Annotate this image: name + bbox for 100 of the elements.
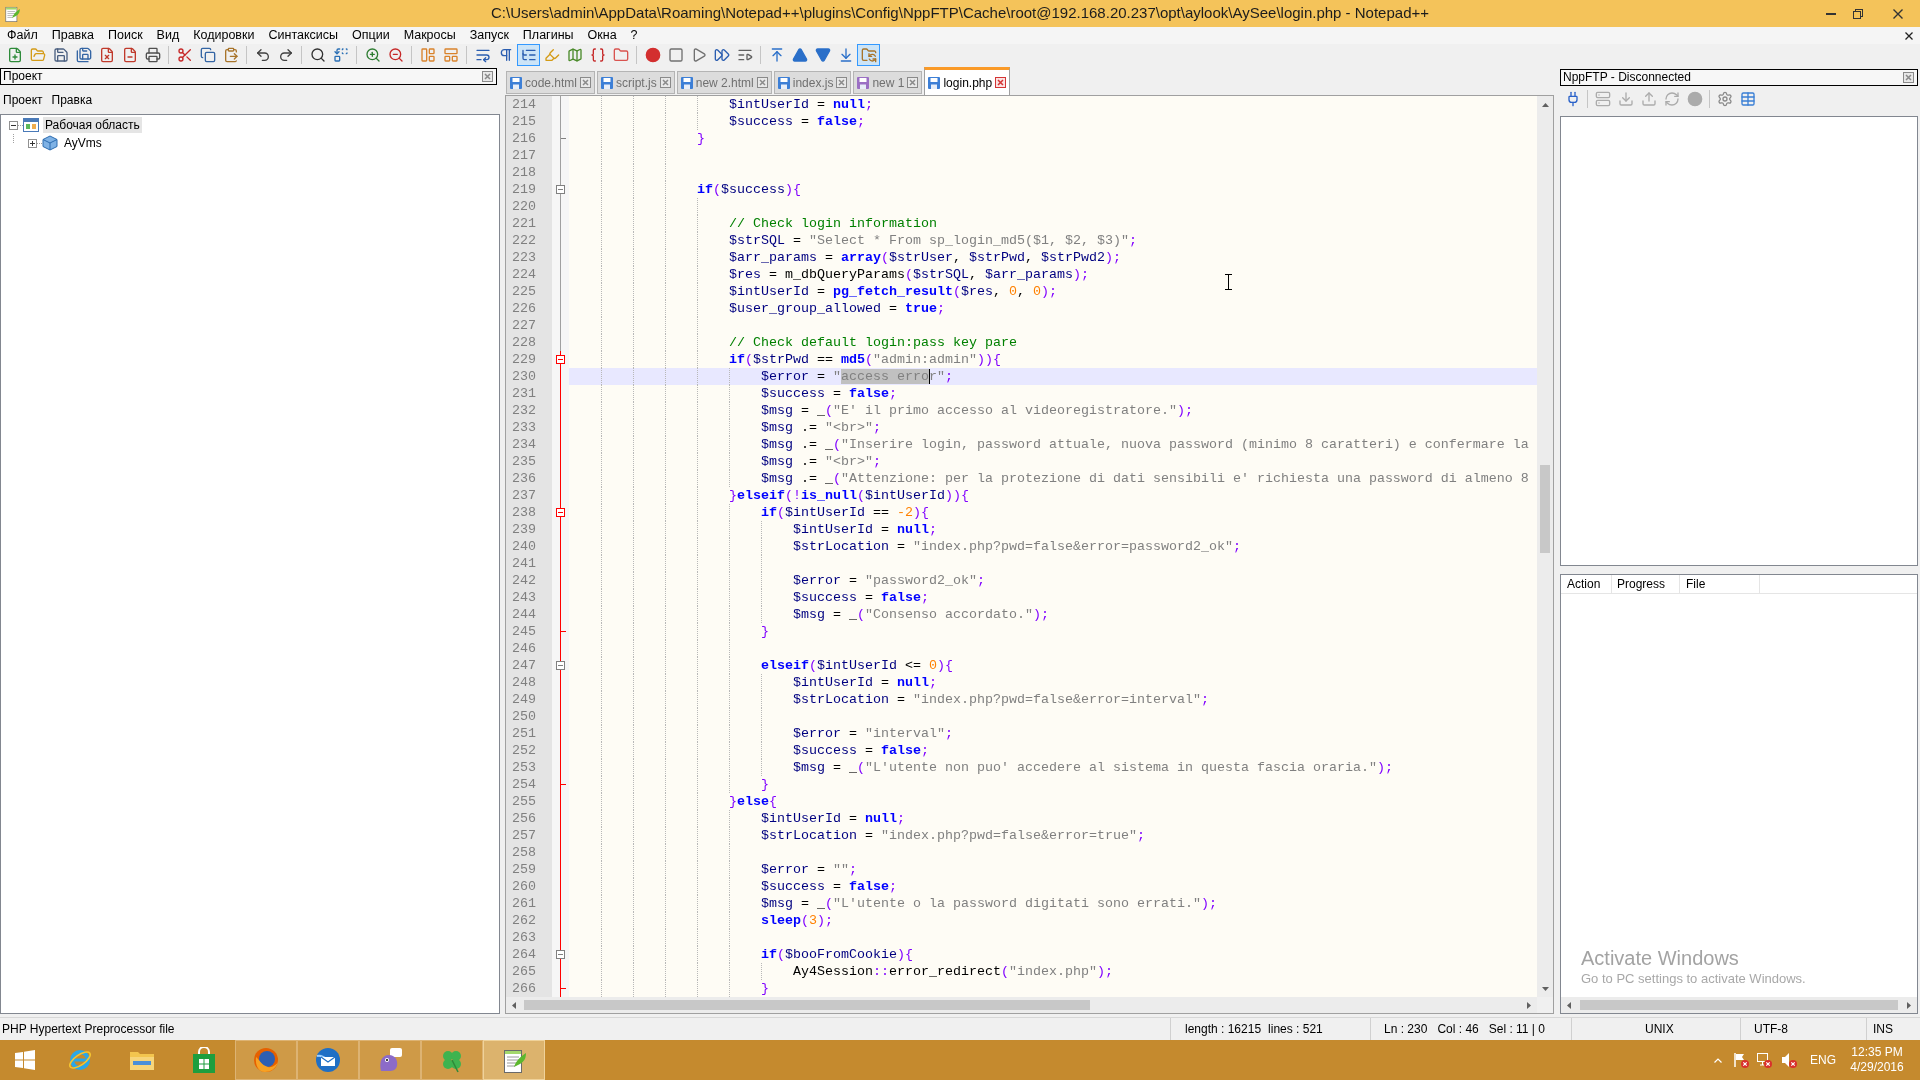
- menu-item[interactable]: Макросы: [396, 27, 463, 44]
- triangle-down-icon[interactable]: [1541, 986, 1549, 991]
- triangle-right-icon[interactable]: [1527, 1001, 1531, 1009]
- line-number: 235: [512, 453, 536, 470]
- column-header[interactable]: Progress: [1612, 575, 1680, 593]
- code-line: if($strPwd == md5("admin:admin")){: [729, 352, 1001, 367]
- fox-globe-icon: [253, 1047, 279, 1073]
- tab[interactable]: index.js: [773, 71, 852, 94]
- code-comment: // Check default login:pass key pare: [729, 335, 1017, 350]
- horizontal-scrollbar[interactable]: [506, 997, 1553, 1013]
- line-number: 248: [512, 674, 536, 691]
- tab[interactable]: script.js: [597, 71, 675, 94]
- network-x-icon[interactable]: [1756, 1052, 1772, 1068]
- code-line: if($booFromCookie){: [761, 947, 913, 962]
- panel-title: Проект: [3, 69, 43, 84]
- tree-line: [18, 124, 23, 126]
- line-number: 218: [512, 164, 536, 181]
- menu-item[interactable]: Опции: [345, 27, 397, 44]
- menu-item[interactable]: Вид: [149, 27, 187, 44]
- menu-item[interactable]: Кодировки: [186, 27, 262, 44]
- code-line: if($success){: [697, 182, 801, 197]
- line-number: 266: [512, 980, 536, 997]
- vertical-scrollbar[interactable]: [1537, 96, 1553, 997]
- taskbar-button[interactable]: [483, 1040, 545, 1080]
- code-line: $success = false;: [761, 386, 897, 401]
- taskbar-button[interactable]: [297, 1040, 359, 1080]
- chevron-up-icon[interactable]: [1714, 1057, 1722, 1063]
- line-number: 215: [512, 113, 536, 130]
- code-line: }elseif(!is_null($intUserId)){: [729, 488, 969, 503]
- braces-icon: [589, 47, 606, 63]
- menu-item[interactable]: Запуск: [462, 27, 516, 44]
- flag-x-icon[interactable]: [1733, 1052, 1749, 1068]
- column-header[interactable]: File: [1680, 575, 1760, 593]
- triangle-up-icon[interactable]: [1541, 102, 1549, 107]
- folder-icon: [612, 47, 629, 63]
- restore-icon[interactable]: [1853, 8, 1863, 19]
- line-number: 232: [512, 402, 536, 419]
- status-file-type: PHP Hypertext Preprocessor file: [2, 1022, 175, 1036]
- code-line: $intUserId = null;: [793, 675, 937, 690]
- ring-orbit-icon: [67, 1047, 93, 1073]
- status-column: Col : 46: [1437, 1020, 1479, 1038]
- close-icon[interactable]: [1893, 8, 1903, 19]
- line-number: 264: [512, 946, 536, 963]
- file-x-icon: [98, 47, 115, 63]
- menu-item[interactable]: Окна: [580, 27, 624, 44]
- code-line: sleep(3);: [761, 913, 833, 928]
- menu-item[interactable]: Файл: [0, 27, 45, 44]
- toolbar-button[interactable]: [517, 44, 540, 66]
- tab[interactable]: new 2.html: [676, 71, 772, 94]
- line-number: 245: [512, 623, 536, 640]
- menu-item[interactable]: Проект: [3, 91, 43, 109]
- menu-item[interactable]: Правка: [44, 27, 101, 44]
- minus-box-icon[interactable]: [9, 120, 18, 130]
- list-play-icon: [736, 47, 753, 63]
- line-number: 236: [512, 470, 536, 487]
- table-icon: [1739, 91, 1756, 107]
- triangle-right-icon[interactable]: [1907, 1001, 1911, 1009]
- grid-window-icon: [23, 117, 39, 133]
- menu-item[interactable]: Плагины: [515, 27, 581, 44]
- menu-item[interactable]: Правка: [51, 91, 93, 109]
- menu-item[interactable]: Поиск: [100, 27, 150, 44]
- plus-box-icon[interactable]: [28, 138, 37, 148]
- menu-item[interactable]: ?: [623, 27, 645, 44]
- column-header[interactable]: Action: [1561, 575, 1612, 593]
- triangle-left-icon[interactable]: [512, 1001, 516, 1009]
- line-number: 259: [512, 861, 536, 878]
- tree-item[interactable]: AyVms: [62, 135, 104, 151]
- line-number: 240: [512, 538, 536, 555]
- upload-icon: [1640, 91, 1657, 107]
- copy-icon: [199, 47, 216, 63]
- close-icon[interactable]: [1905, 31, 1913, 40]
- line-number: 216: [512, 130, 536, 147]
- minimize-icon[interactable]: [1826, 12, 1836, 15]
- line-number: 265: [512, 963, 536, 980]
- tree-item[interactable]: Рабочая область: [43, 117, 142, 133]
- undo-icon: [254, 47, 271, 63]
- fast-forward-icon: [713, 47, 730, 63]
- scrollbar-thumb[interactable]: [1540, 465, 1550, 553]
- taskbar-button[interactable]: [359, 1040, 421, 1080]
- tab[interactable]: login.php: [924, 67, 1011, 95]
- horizontal-scrollbar[interactable]: [1561, 997, 1917, 1013]
- code-line: }: [697, 131, 705, 146]
- stop-circle-icon: [1686, 91, 1703, 107]
- tree-line: [13, 134, 14, 143]
- server-icon: [1594, 91, 1611, 107]
- code-line: if($intUserId == -2){: [761, 505, 929, 520]
- triangle-down-icon: [814, 47, 831, 63]
- menu-item[interactable]: Синтаксисы: [261, 27, 345, 44]
- map-icon: [566, 47, 583, 63]
- tab[interactable]: new 1: [853, 71, 923, 94]
- line-number: 239: [512, 521, 536, 538]
- tab[interactable]: code.html: [506, 71, 596, 94]
- triangle-left-icon[interactable]: [1567, 1001, 1571, 1009]
- line-number: 252: [512, 742, 536, 759]
- line-number: 227: [512, 317, 536, 334]
- code-line: $success = false;: [793, 590, 929, 605]
- scrollbar-thumb[interactable]: [1580, 1000, 1898, 1010]
- scrollbar-thumb[interactable]: [524, 1000, 1090, 1010]
- speaker-x-icon[interactable]: [1781, 1052, 1797, 1068]
- taskbar-button[interactable]: [235, 1040, 297, 1080]
